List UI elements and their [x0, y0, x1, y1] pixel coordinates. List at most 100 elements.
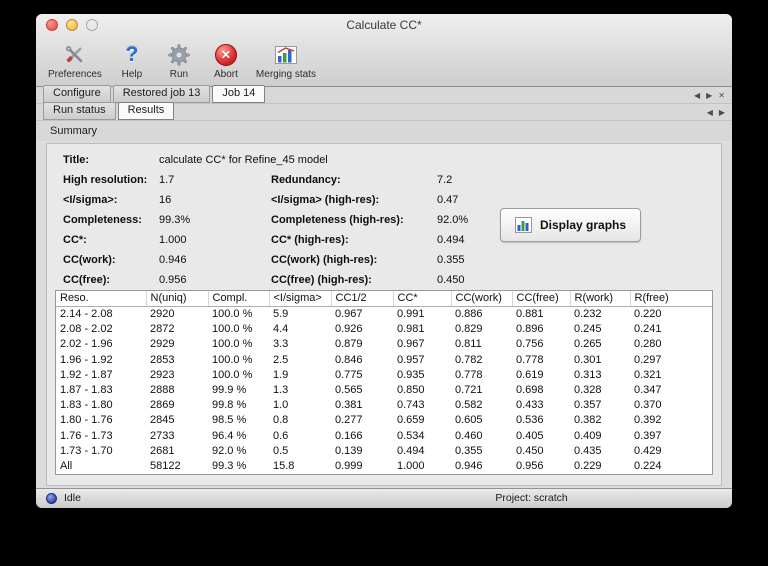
status-bar: Idle Project: scratch: [36, 488, 732, 508]
table-cell: 0.357: [574, 399, 602, 412]
summary-label: Redundancy:: [271, 174, 341, 186]
result-tab-results[interactable]: Results: [117, 102, 175, 120]
tab-scroll-left-icon[interactable]: ◀: [694, 91, 700, 101]
result-tab-nav-controls: ◀ ▶: [707, 108, 725, 118]
status-text: Idle: [64, 492, 81, 504]
table-row[interactable]: 2.08 - 2.02 2872 100.0 % 4.4 0.926 0.981 0.829…: [56, 322, 712, 337]
table-cell: 0.957: [397, 353, 425, 366]
display-graphs-label: Display graphs: [540, 218, 627, 232]
table-cell: 2872: [150, 323, 175, 336]
table-cell: 0.241: [634, 323, 662, 336]
job-tab-configure[interactable]: Configure: [43, 85, 111, 103]
table-row[interactable]: 2.02 - 1.96 2929 100.0 % 3.3 0.879 0.967 0.811…: [56, 337, 712, 352]
table-cell: 0.778: [516, 353, 544, 366]
tab-scroll-left-icon[interactable]: ◀: [707, 108, 713, 118]
table-cell: 0.926: [335, 323, 363, 336]
table-cell: 2920: [150, 308, 175, 320]
app-window: Calculate CC* Preferences ? Help Run ✕ Abort M…: [36, 14, 732, 508]
table-row[interactable]: 1.92 - 1.87 2923 100.0 % 1.9 0.775 0.935 0.778…: [56, 368, 712, 383]
summary-value: calculate CC* for Refine_45 model: [159, 154, 328, 166]
table-row[interactable]: 1.76 - 1.73 2733 96.4 % 0.6 0.166 0.534 0.460 0…: [56, 429, 712, 444]
job-tab-job-14[interactable]: Job 14: [212, 85, 266, 103]
table-cell: 0.321: [634, 368, 662, 381]
table-cell: 1.76 - 1.73: [60, 429, 113, 442]
table-cell: 2923: [150, 368, 175, 381]
table-cell: 0.935: [397, 368, 425, 381]
result-tab-run-status[interactable]: Run status: [43, 102, 116, 120]
table-row[interactable]: 1.96 - 1.92 2853 100.0 % 2.5 0.846 0.957 0.782…: [56, 353, 712, 368]
table-cell: 58122: [150, 460, 181, 473]
minimize-button[interactable]: [66, 19, 78, 31]
abort-icon: ✕: [212, 41, 239, 68]
table-cell: 0.460: [455, 429, 483, 442]
column-header-cc-free[interactable]: CC(free): [512, 291, 571, 307]
table-cell: 96.4 %: [212, 429, 247, 442]
summary-value: 0.47: [437, 194, 459, 206]
table-cell: 5.9: [273, 308, 289, 320]
titlebar[interactable]: Calculate CC*: [36, 14, 732, 36]
results-table-container: Reso. N(uniq) Compl. <I/sigma> CC1/2 CC* CC(wo…: [55, 290, 713, 475]
column-header-r-free[interactable]: R(free): [630, 291, 712, 307]
table-row[interactable]: All 58122 99.3 % 15.8 0.999 1.000 0.946 0.956 0.…: [56, 459, 712, 474]
table-row[interactable]: 1.87 - 1.83 2888 99.9 % 1.3 0.565 0.850 0.721 0…: [56, 383, 712, 398]
table-cell: 0.450: [516, 444, 544, 457]
summary-section-label: Summary: [36, 121, 732, 141]
table-cell: 0.811: [455, 338, 482, 351]
toolbar-button-abort[interactable]: ✕ Abort: [209, 41, 243, 80]
column-header-reso[interactable]: Reso.: [56, 291, 147, 307]
table-row[interactable]: 1.83 - 1.80 2869 99.8 % 1.0 0.381 0.743 0.582 0…: [56, 398, 712, 413]
table-header-row: Reso. N(uniq) Compl. <I/sigma> CC1/2 CC* CC(wo…: [56, 291, 712, 307]
table-cell: 99.8 %: [212, 399, 247, 412]
toolbar-button-merging-stats[interactable]: Merging stats: [256, 41, 316, 80]
tab-scroll-right-icon[interactable]: ▶: [706, 91, 712, 101]
column-header-cc-work[interactable]: CC(work): [451, 291, 513, 307]
job-tab-nav-controls: ◀ ▶ ✕: [694, 91, 725, 101]
toolbar: Preferences ? Help Run ✕ Abort Merging stats: [36, 36, 732, 86]
table-cell: 0.534: [397, 429, 425, 442]
bar-chart-icon: [515, 217, 532, 233]
results-table: Reso. N(uniq) Compl. <I/sigma> CC1/2 CC* CC(wo…: [56, 291, 712, 474]
toolbar-button-run[interactable]: Run: [162, 41, 196, 80]
table-cell: 98.5 %: [212, 414, 247, 427]
table-row[interactable]: 2.14 - 2.08 2920 100.0 % 5.9 0.967 0.991 0.886…: [56, 307, 712, 323]
table-cell: 0.991: [397, 308, 425, 320]
table-cell: 0.896: [516, 323, 544, 336]
table-row[interactable]: 1.80 - 1.76 2845 98.5 % 0.8 0.277 0.659 0.605 0…: [56, 413, 712, 428]
close-button[interactable]: [46, 19, 58, 31]
table-cell: 1.0: [273, 399, 289, 412]
display-graphs-button[interactable]: Display graphs: [500, 208, 642, 242]
tab-scroll-right-icon[interactable]: ▶: [719, 108, 725, 118]
table-cell: 0.328: [574, 384, 602, 397]
column-header-compl[interactable]: Compl.: [208, 291, 270, 307]
table-cell: 0.756: [516, 338, 544, 351]
table-row[interactable]: 1.73 - 1.70 2681 92.0 % 0.5 0.139 0.494 0.355 0…: [56, 444, 712, 459]
table-cell: 15.8: [273, 460, 295, 473]
toolbar-button-preferences[interactable]: Preferences: [48, 41, 102, 80]
summary-label: <I/sigma>:: [63, 194, 118, 206]
table-cell: 0.6: [273, 429, 289, 442]
summary-value: 0.956: [159, 274, 187, 286]
zoom-button[interactable]: [86, 19, 98, 31]
table-cell: 0.881: [516, 308, 544, 320]
summary-label: CC(free):: [63, 274, 111, 286]
job-tab-restored-job-13[interactable]: Restored job 13: [112, 85, 211, 103]
column-header-cc1-2[interactable]: CC1/2: [331, 291, 394, 307]
column-header-i-sigma[interactable]: <I/sigma>: [269, 291, 332, 307]
table-cell: 0.435: [574, 444, 602, 457]
table-cell: 100.0 %: [212, 353, 253, 366]
table-cell: 0.409: [574, 429, 602, 442]
window-chrome: Calculate CC* Preferences ? Help Run ✕ Abort M…: [36, 14, 732, 87]
table-cell: 1.83 - 1.80: [60, 399, 113, 412]
table-cell: 1.000: [397, 460, 425, 473]
summary-label: Title:: [63, 154, 90, 166]
column-header-r-work[interactable]: R(work): [570, 291, 631, 307]
tab-close-icon[interactable]: ✕: [718, 91, 725, 101]
table-cell: 0.536: [516, 414, 544, 427]
table-cell: 100.0 %: [212, 368, 253, 381]
toolbar-button-help[interactable]: ? Help: [115, 41, 149, 81]
table-cell: 99.9 %: [212, 384, 247, 397]
column-header-n-uniq[interactable]: N(uniq): [146, 291, 209, 307]
table-cell: 0.721: [455, 384, 483, 397]
table-cell: 0.370: [634, 399, 662, 412]
column-header-cc[interactable]: CC*: [393, 291, 452, 307]
